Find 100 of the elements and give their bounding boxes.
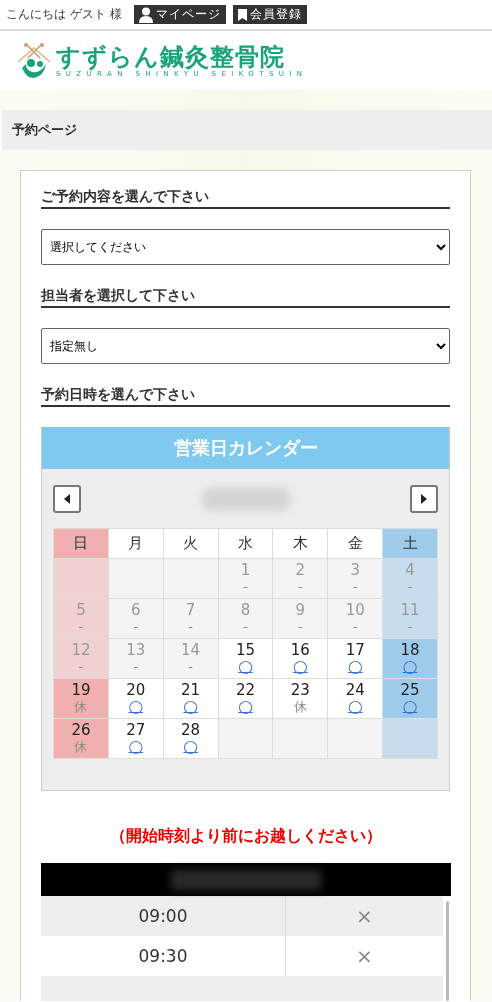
past-mark: - xyxy=(352,579,358,594)
weekday-header: 火 xyxy=(163,529,218,558)
weekday-header: 月 xyxy=(108,529,163,558)
available-mark: ◯ xyxy=(128,699,144,714)
closed-mark: 休 xyxy=(74,739,88,754)
time-slot-row[interactable]: 09:00 × xyxy=(41,896,443,936)
day-number: 3 xyxy=(350,561,360,579)
calendar-cell xyxy=(328,719,383,758)
day-number: 20 xyxy=(126,681,146,699)
weekday-header: 日 xyxy=(54,529,108,558)
past-mark: - xyxy=(407,579,413,594)
calendar-day[interactable]: 16 ◯ xyxy=(273,639,328,678)
day-number: 21 xyxy=(181,681,201,699)
day-number: 18 xyxy=(400,641,420,659)
day-number: 14 xyxy=(181,641,201,659)
day-number: 24 xyxy=(345,681,365,699)
past-mark: - xyxy=(188,619,193,634)
section-heading: ご予約内容を選んで下さい xyxy=(41,187,450,209)
day-number: 5 xyxy=(76,601,86,619)
day-number: 10 xyxy=(345,601,365,619)
past-mark: - xyxy=(298,579,303,594)
person-icon xyxy=(138,6,153,23)
available-mark: ◯ xyxy=(347,659,363,674)
past-mark: - xyxy=(243,579,248,594)
day-number: 7 xyxy=(185,601,196,619)
greeting-text: こんにちは ゲスト 様 xyxy=(6,6,122,23)
calendar-day[interactable]: 15 ◯ xyxy=(218,639,273,678)
past-mark: - xyxy=(298,619,303,634)
closed-mark: 休 xyxy=(293,699,307,714)
day-number: 1 xyxy=(240,561,251,579)
available-mark: ◯ xyxy=(183,739,198,754)
past-mark: - xyxy=(133,659,139,674)
left-triangle-icon xyxy=(64,494,70,504)
day-number: 23 xyxy=(290,681,310,699)
past-mark: - xyxy=(407,619,413,634)
available-mark: ◯ xyxy=(238,699,253,714)
select-field[interactable]: 指定無し xyxy=(41,328,450,364)
section-heading: 担当者を選択して下さい xyxy=(41,286,450,308)
past-mark: - xyxy=(188,659,193,674)
day-number: 16 xyxy=(290,641,310,659)
day-number: 26 xyxy=(71,721,91,739)
calendar-day[interactable]: 28 ◯ xyxy=(163,719,218,758)
available-mark: ◯ xyxy=(238,659,253,674)
available-mark: ◯ xyxy=(128,739,144,754)
available-mark: ◯ xyxy=(293,659,308,674)
available-mark: ◯ xyxy=(347,699,363,714)
past-mark: - xyxy=(78,619,84,634)
bookmark-icon xyxy=(237,8,247,21)
available-mark: ◯ xyxy=(402,699,418,714)
nav-link[interactable]: 会員登録 xyxy=(232,5,307,24)
weekday-header: 木 xyxy=(273,529,328,558)
calendar-day[interactable]: 20 ◯ xyxy=(108,679,163,718)
select-field[interactable]: 選択してください xyxy=(41,229,450,265)
previous-month-button[interactable] xyxy=(53,485,81,513)
clinic-name: すずらん鍼灸整骨院 xyxy=(56,43,286,70)
availability-mark: × xyxy=(355,903,374,930)
calendar-cell xyxy=(218,719,273,758)
day-number: 28 xyxy=(181,721,201,739)
day-number: 2 xyxy=(295,561,306,579)
weekday-header: 水 xyxy=(218,529,273,558)
section-heading: 予約日時を選んで下さい xyxy=(41,385,450,407)
day-number: 22 xyxy=(235,681,256,699)
past-mark: - xyxy=(78,659,84,674)
day-number: 17 xyxy=(345,641,365,659)
calendar-day[interactable]: 18 ◯ xyxy=(383,639,437,678)
day-number: 6 xyxy=(131,601,141,619)
day-number: 27 xyxy=(126,721,146,739)
day-number: 9 xyxy=(295,601,306,619)
notice-text: （開始時刻より前にお越しください） xyxy=(108,826,383,847)
day-number: 8 xyxy=(240,601,251,619)
calendar-day[interactable]: 24 ◯ xyxy=(328,679,383,718)
past-mark: - xyxy=(352,619,358,634)
available-mark: ◯ xyxy=(183,699,198,714)
day-number: 11 xyxy=(400,601,420,619)
day-number: 13 xyxy=(126,641,146,659)
day-number: 19 xyxy=(71,681,91,699)
calendar-cell xyxy=(383,719,437,758)
available-mark: ◯ xyxy=(402,659,418,674)
day-number: 4 xyxy=(405,561,415,579)
scrollbar[interactable] xyxy=(446,901,449,1001)
past-mark: - xyxy=(243,619,248,634)
availability-mark: × xyxy=(355,943,374,970)
logo-icon xyxy=(16,41,52,80)
day-number: 12 xyxy=(71,641,91,659)
calendar-day[interactable]: 22 ◯ xyxy=(218,679,273,718)
calendar-day[interactable]: 25 ◯ xyxy=(383,679,437,718)
calendar-day[interactable]: 21 ◯ xyxy=(163,679,218,718)
weekday-header: 土 xyxy=(383,529,437,558)
closed-mark: 休 xyxy=(74,699,88,714)
nav-link[interactable]: マイページ xyxy=(133,5,226,24)
past-mark: - xyxy=(133,619,139,634)
calendar-day[interactable]: 27 ◯ xyxy=(108,719,163,758)
weekday-header: 金 xyxy=(328,529,383,558)
day-number: 25 xyxy=(400,681,420,699)
day-number: 15 xyxy=(235,641,256,659)
calendar-title: 営業日カレンダー xyxy=(42,427,449,469)
calendar-day[interactable]: 17 ◯ xyxy=(328,639,383,678)
next-month-button[interactable] xyxy=(410,485,438,513)
right-triangle-icon xyxy=(421,494,427,504)
page-title: 予約ページ xyxy=(2,110,492,150)
